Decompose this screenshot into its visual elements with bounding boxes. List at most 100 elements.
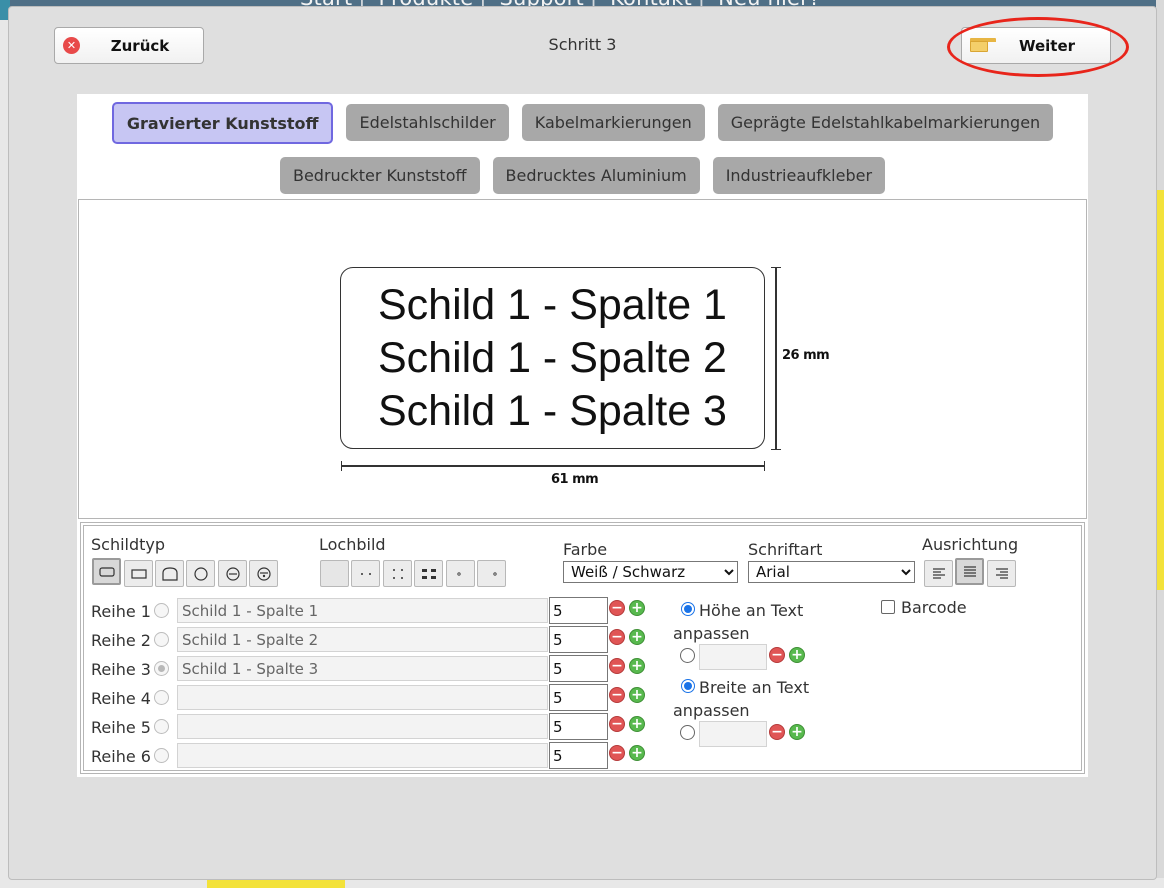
decrease-size-button[interactable]: − xyxy=(609,600,625,616)
custom-height-radio[interactable] xyxy=(680,648,695,663)
fit-height-label-2: anpassen xyxy=(673,624,750,643)
shape-circle-minus-button[interactable] xyxy=(218,560,247,587)
row-size-input[interactable] xyxy=(549,684,608,711)
background-right-edge xyxy=(1156,0,1164,888)
four-slots-icon xyxy=(421,568,436,579)
barcode-checkbox[interactable] xyxy=(881,600,895,614)
farbe-select[interactable]: Weiß / Schwarz xyxy=(563,561,738,583)
holes-single-left-button[interactable] xyxy=(446,560,475,587)
fit-width-radio[interactable] xyxy=(681,679,695,693)
width-dimension-label: 61 mm xyxy=(551,472,599,487)
row-text-input[interactable] xyxy=(177,598,548,623)
tab-bedruckter-kunststoff[interactable]: Bedruckter Kunststoff xyxy=(279,157,480,194)
holes-four-corners-button[interactable] xyxy=(383,560,412,587)
tab-kabelmarkierungen[interactable]: Kabelmarkierungen xyxy=(521,104,705,141)
row-size-input[interactable] xyxy=(549,597,608,624)
shape-rectangle-button[interactable] xyxy=(124,560,153,587)
row-label: Reihe 2 xyxy=(91,631,151,650)
row-radio[interactable] xyxy=(154,632,169,647)
row-radio[interactable] xyxy=(154,661,169,676)
tab-gravierter-kunststoff[interactable]: Gravierter Kunststoff xyxy=(111,102,334,144)
increase-height-button[interactable]: + xyxy=(789,647,805,663)
decrease-size-button[interactable]: − xyxy=(609,687,625,703)
schriftart-select[interactable]: Arial xyxy=(748,561,915,583)
row-size-input[interactable] xyxy=(549,626,608,653)
shape-arch-button[interactable] xyxy=(155,560,184,587)
row-radio[interactable] xyxy=(154,603,169,618)
plate-line-3: Schild 1 - Spalte 3 xyxy=(378,386,727,435)
decrease-size-button[interactable]: − xyxy=(609,716,625,732)
decrease-size-button[interactable]: − xyxy=(609,629,625,645)
row-text-input[interactable] xyxy=(177,656,548,681)
fit-height-radio[interactable] xyxy=(681,602,695,616)
custom-width-radio[interactable] xyxy=(680,725,695,740)
lochbild-label: Lochbild xyxy=(319,535,386,554)
row-radio[interactable] xyxy=(154,719,169,734)
tab-edelstahlschilder[interactable]: Edelstahlschilder xyxy=(346,104,509,141)
tab-industrieaufkleber[interactable]: Industrieaufkleber xyxy=(712,157,886,194)
background-right-accent xyxy=(1156,190,1164,590)
holes-two-horizontal-button[interactable] xyxy=(351,560,380,587)
align-center-button[interactable] xyxy=(955,558,984,585)
increase-size-button[interactable]: + xyxy=(629,600,645,616)
row-text-input[interactable] xyxy=(177,743,548,768)
align-left-button[interactable] xyxy=(924,560,953,587)
decrease-size-button[interactable]: − xyxy=(609,745,625,761)
custom-width-input[interactable] xyxy=(699,721,767,747)
row-text-input[interactable] xyxy=(177,685,548,710)
fit-width-label-1: Breite an Text xyxy=(699,678,810,697)
row-label: Reihe 3 xyxy=(91,660,151,679)
single-dot-right-icon xyxy=(492,571,497,576)
increase-size-button[interactable]: + xyxy=(629,629,645,645)
row-text-input[interactable] xyxy=(177,714,548,739)
row-label: Reihe 4 xyxy=(91,689,151,708)
shape-rounded-rect-button[interactable] xyxy=(92,558,121,585)
label-plate: Schild 1 - Spalte 1 Schild 1 - Spalte 2 … xyxy=(340,267,765,449)
category-tabs-row-2: Bedruckter Kunststoff Bedrucktes Alumini… xyxy=(77,157,1088,194)
height-dimension-line xyxy=(771,267,781,450)
height-dimension-label: 26 mm xyxy=(782,348,830,363)
row-size-input[interactable] xyxy=(549,713,608,740)
row-radio[interactable] xyxy=(154,690,169,705)
increase-size-button[interactable]: + xyxy=(629,658,645,674)
shape-circle-button[interactable] xyxy=(186,560,215,587)
row-size-input[interactable] xyxy=(549,742,608,769)
fit-width-label-2: anpassen xyxy=(673,701,750,720)
decrease-width-button[interactable]: − xyxy=(769,724,785,740)
shape-circle-hole-button[interactable] xyxy=(249,560,278,587)
decrease-height-button[interactable]: − xyxy=(769,647,785,663)
rectangle-icon xyxy=(130,568,147,579)
four-dots-icon xyxy=(392,568,403,579)
circle-with-hole-icon xyxy=(256,566,271,581)
arch-shape-icon xyxy=(161,566,178,581)
custom-height-input[interactable] xyxy=(699,644,767,670)
fit-height-label-1: Höhe an Text xyxy=(699,601,804,620)
label-preview: Schild 1 - Spalte 1 Schild 1 - Spalte 2 … xyxy=(78,199,1087,519)
circle-icon xyxy=(193,566,208,581)
next-button-highlight-ring xyxy=(947,17,1129,77)
close-icon: ✕ xyxy=(63,37,80,54)
tab-gepraegte-edelstahlkabelmarkierungen[interactable]: Geprägte Edelstahlkabelmarkierungen xyxy=(717,104,1054,141)
increase-size-button[interactable]: + xyxy=(629,745,645,761)
holes-single-right-button[interactable] xyxy=(477,560,506,587)
increase-width-button[interactable]: + xyxy=(789,724,805,740)
category-tabs-row-1: Gravierter Kunststoff Edelstahlschilder … xyxy=(77,102,1088,144)
back-button[interactable]: ✕ Zurück xyxy=(54,27,204,64)
align-left-icon xyxy=(932,567,945,579)
row-text-input[interactable] xyxy=(177,627,548,652)
rounded-rectangle-icon xyxy=(98,566,115,577)
width-dimension-line xyxy=(341,461,765,471)
schildtyp-label: Schildtyp xyxy=(91,535,166,554)
two-dots-icon xyxy=(360,572,371,575)
holes-slots-button[interactable] xyxy=(414,560,443,587)
align-right-button[interactable] xyxy=(987,560,1016,587)
configurator-panel: Gravierter Kunststoff Edelstahlschilder … xyxy=(77,94,1088,777)
tab-bedrucktes-aluminium[interactable]: Bedrucktes Aluminium xyxy=(492,157,700,194)
holes-none-button[interactable] xyxy=(320,560,349,587)
row-radio[interactable] xyxy=(154,748,169,763)
decrease-size-button[interactable]: − xyxy=(609,658,625,674)
row-label: Reihe 5 xyxy=(91,718,151,737)
increase-size-button[interactable]: + xyxy=(629,716,645,732)
row-size-input[interactable] xyxy=(549,655,608,682)
increase-size-button[interactable]: + xyxy=(629,687,645,703)
